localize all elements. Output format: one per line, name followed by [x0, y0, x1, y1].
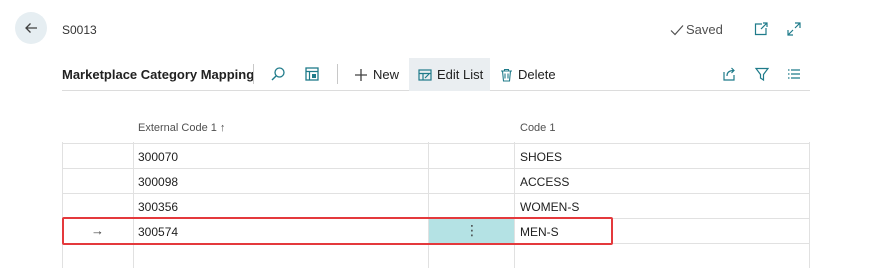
- table-row[interactable]: 300098 ACCESS: [62, 168, 810, 193]
- grid-column-divider: [428, 142, 429, 268]
- trash-icon: [501, 68, 512, 82]
- table-row[interactable]: 300356 WOMEN-S: [62, 193, 810, 218]
- mapping-table: External Code 1 ↑ Code 1 300070 SHOES 30…: [62, 117, 810, 268]
- grid-border: [62, 142, 63, 268]
- search-icon[interactable]: [268, 64, 288, 84]
- new-button[interactable]: New: [348, 58, 405, 91]
- grid-column-divider: [133, 142, 134, 268]
- table-header: External Code 1 ↑ Code 1: [62, 117, 810, 143]
- table-row-empty[interactable]: [62, 243, 810, 268]
- table-row[interactable]: 300070 SHOES: [62, 143, 810, 168]
- share-icon[interactable]: [719, 64, 739, 84]
- code-cell[interactable]: ACCESS: [520, 175, 569, 189]
- divider: [253, 64, 254, 84]
- grid-border: [809, 142, 810, 268]
- column-header-external-code[interactable]: External Code 1 ↑: [138, 122, 225, 134]
- checkmark-icon: [670, 24, 684, 35]
- external-code-cell[interactable]: 300356: [138, 200, 178, 214]
- code-cell[interactable]: WOMEN-S: [520, 200, 579, 214]
- saved-label: Saved: [686, 22, 723, 37]
- edit-list-button[interactable]: Edit List: [409, 58, 490, 91]
- divider: [337, 64, 338, 84]
- code-cell[interactable]: SHOES: [520, 150, 562, 164]
- edit-list-icon: [418, 68, 432, 81]
- external-code-cell[interactable]: 300070: [138, 150, 178, 164]
- back-button[interactable]: [15, 12, 47, 44]
- new-button-label: New: [373, 67, 400, 82]
- plus-icon: [355, 68, 367, 81]
- page-title: Marketplace Category Mapping: [62, 67, 255, 82]
- arrow-left-icon: [25, 23, 37, 33]
- filter-icon[interactable]: [752, 64, 772, 84]
- document-id: S0013: [62, 23, 97, 37]
- delete-button-label: Delete: [518, 67, 556, 82]
- delete-button[interactable]: Delete: [500, 58, 556, 91]
- open-in-new-window-icon[interactable]: [752, 20, 770, 38]
- external-code-cell[interactable]: 300098: [138, 175, 178, 189]
- grid-column-divider: [514, 142, 515, 268]
- selection-highlight: [62, 217, 613, 245]
- analyze-icon[interactable]: [302, 64, 322, 84]
- list-view-icon[interactable]: [784, 64, 804, 84]
- action-bar: Marketplace Category Mapping New Edit Li…: [62, 58, 810, 91]
- edit-list-button-label: Edit List: [437, 67, 484, 82]
- column-header-code[interactable]: Code 1: [520, 122, 555, 134]
- expand-icon[interactable]: [785, 20, 803, 38]
- saved-status: Saved: [670, 22, 723, 37]
